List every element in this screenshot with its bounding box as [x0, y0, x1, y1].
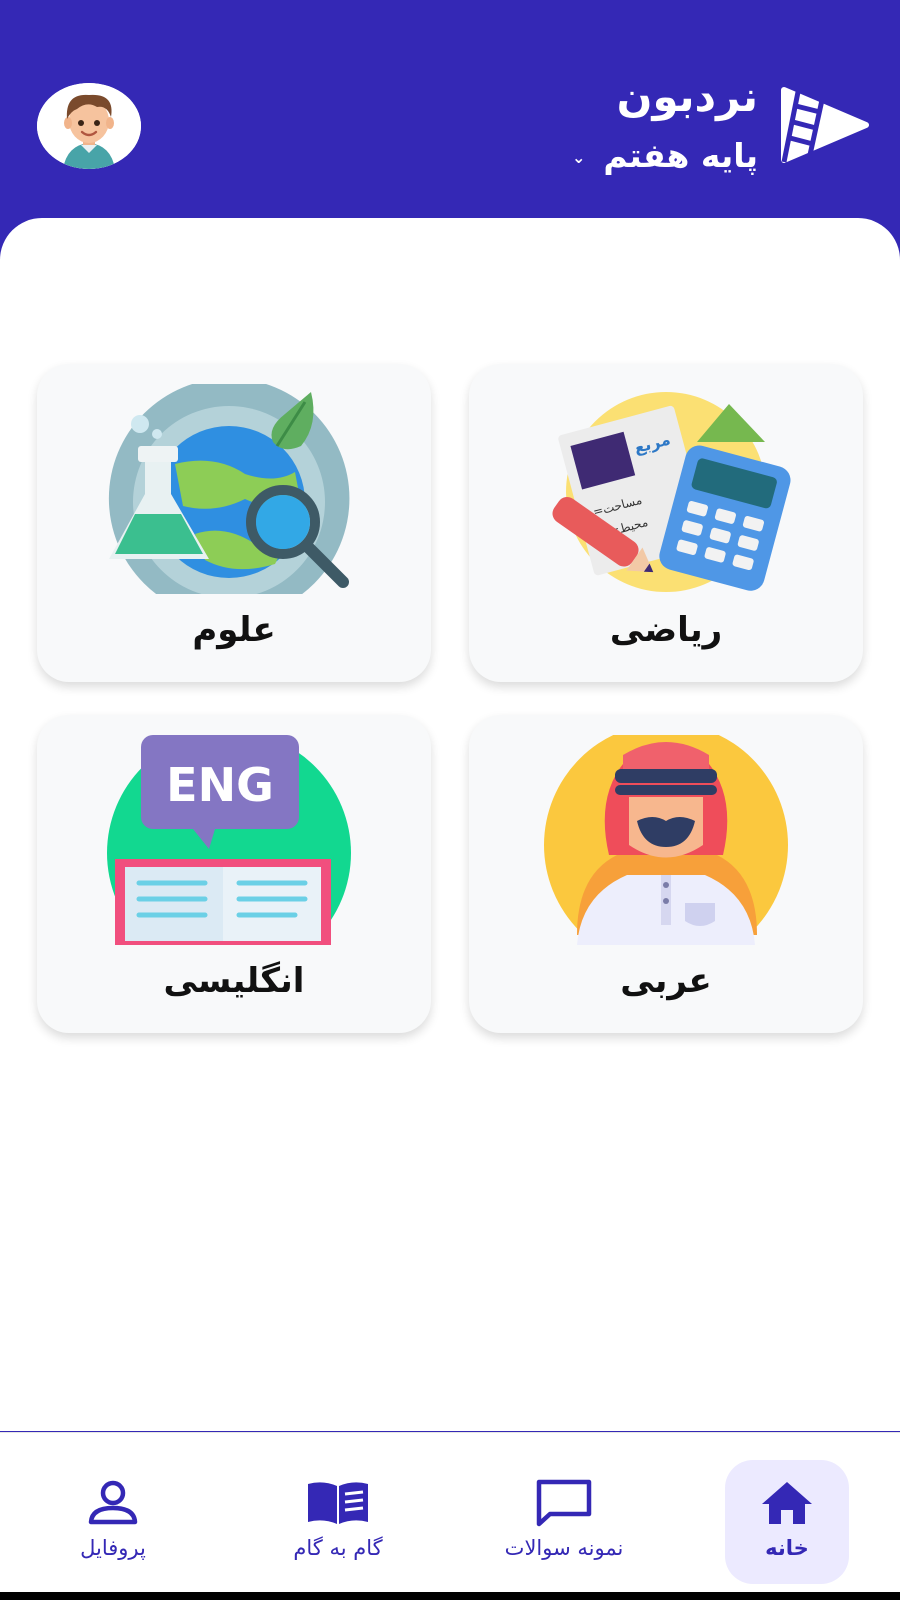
chevron-down-icon: ⌄ — [571, 148, 586, 167]
app-title: نردبون — [616, 72, 758, 121]
ladder-play-logo-icon — [781, 87, 869, 165]
nav-label-profile: پروفایل — [80, 1536, 146, 1560]
chat-icon — [536, 1479, 592, 1527]
book-icon — [308, 1482, 368, 1524]
bottom-navigation: خانه نمونه سوالات گام به گام پروفایل — [0, 1432, 900, 1593]
grade-selector[interactable]: پایه هفتم ⌄ — [572, 136, 758, 175]
subject-label-arabic: عربی — [620, 961, 712, 1001]
english-illustration-icon: ENG — [107, 735, 351, 945]
boy-avatar-icon — [37, 83, 141, 169]
home-icon — [762, 1482, 812, 1524]
nav-label-sample-questions: نمونه سوالات — [504, 1536, 624, 1560]
subject-card-english[interactable]: ENG انگلیسی — [37, 715, 431, 1033]
nav-item-home[interactable]: خانه — [725, 1460, 849, 1584]
nav-label-step-by-step: گام به گام — [293, 1536, 383, 1560]
arabic-illustration-icon — [544, 735, 788, 945]
user-icon — [88, 1480, 138, 1525]
nav-label-home: خانه — [765, 1536, 809, 1560]
nav-item-sample-questions[interactable]: نمونه سوالات — [502, 1460, 626, 1584]
avatar[interactable] — [37, 83, 141, 169]
subject-card-arabic[interactable]: عربی — [469, 715, 863, 1033]
nav-item-profile[interactable]: پروفایل — [51, 1460, 175, 1584]
grade-label: پایه هفتم — [603, 136, 758, 175]
math-illustration-icon: مربع =مساحت =محیط — [552, 392, 791, 592]
subject-label-science: علوم — [192, 610, 276, 650]
eng-text: ENG — [166, 758, 274, 812]
system-gesture-bar — [0, 1592, 900, 1600]
subject-label-math: ریاضی — [609, 610, 723, 650]
subject-card-math[interactable]: مربع =مساحت =محیط ریاضی — [469, 364, 863, 682]
subject-card-science[interactable]: علوم — [37, 364, 431, 682]
nav-item-step-by-step[interactable]: گام به گام — [276, 1460, 400, 1584]
science-illustration-icon — [108, 384, 350, 594]
subject-label-english: انگلیسی — [163, 961, 305, 1001]
